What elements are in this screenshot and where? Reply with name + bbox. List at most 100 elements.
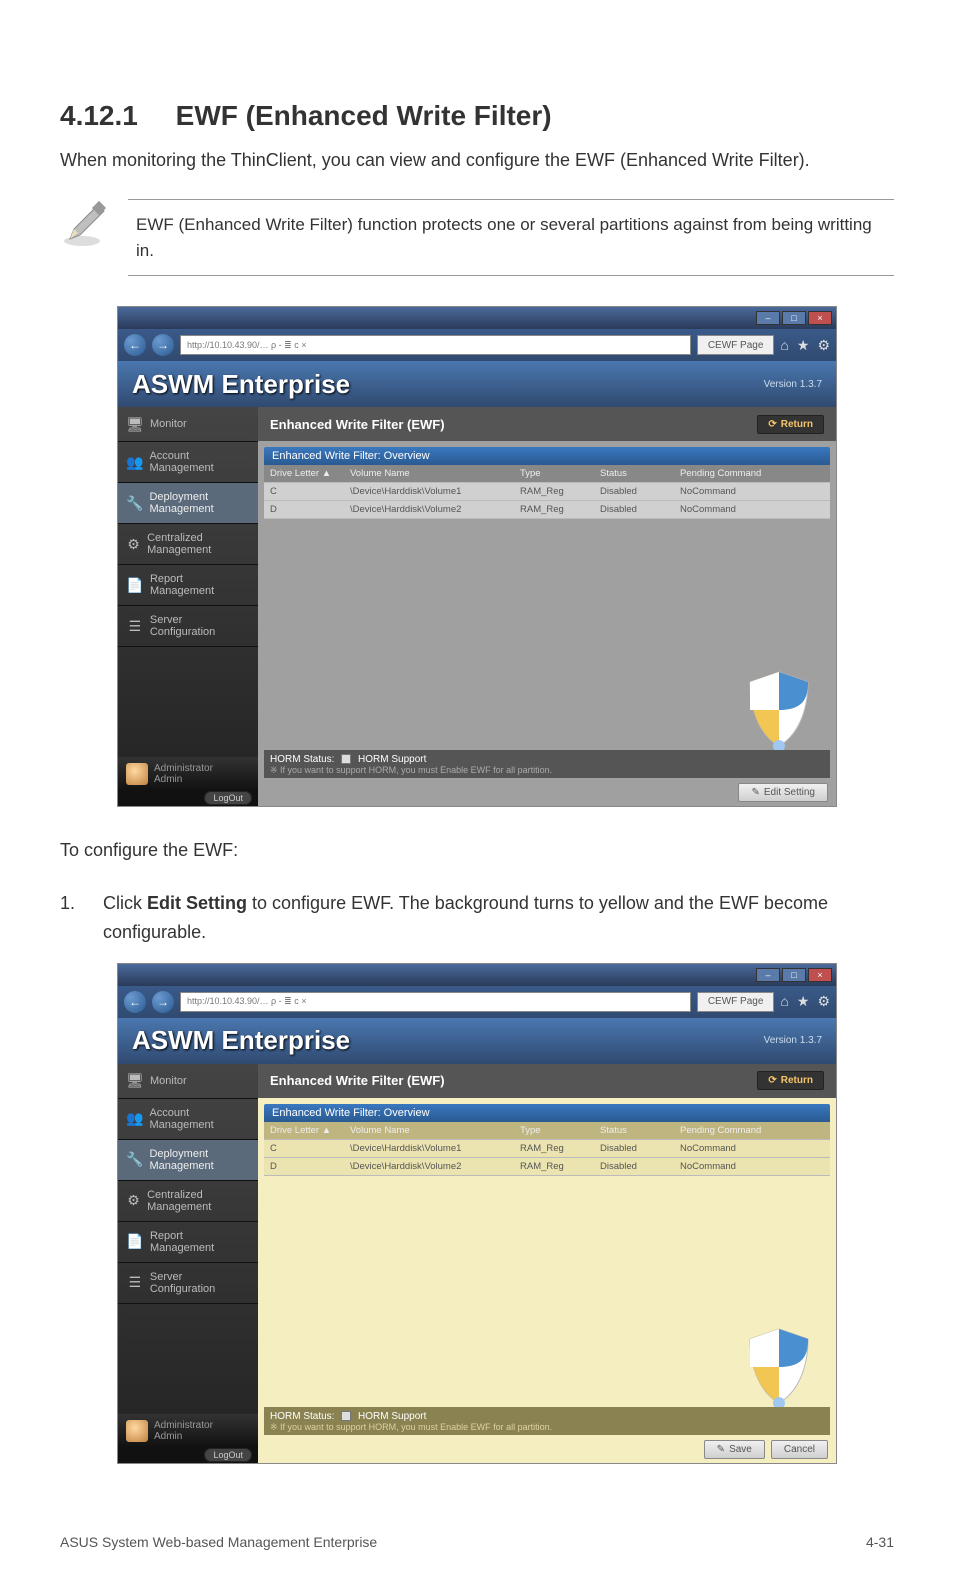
sidebar-item-server[interactable]: ☰ Server Configuration [118, 606, 258, 647]
minimize-button[interactable]: – [756, 311, 780, 325]
cell-status: Disabled [594, 501, 674, 518]
user-info: Administrator Admin [154, 763, 213, 785]
server-icon: ☰ [126, 617, 144, 635]
horm-checkbox[interactable] [341, 754, 351, 764]
gear-icon[interactable]: ⚙ [817, 993, 830, 1010]
forward-icon[interactable]: → [152, 334, 174, 356]
section-title-text: EWF (Enhanced Write Filter) [176, 100, 552, 131]
close-button[interactable]: × [808, 968, 832, 982]
browser-tools: ⌂ ★ ⚙ [780, 337, 830, 354]
col-pending[interactable]: Pending Command [674, 1122, 830, 1139]
table-row[interactable]: D \Device\Harddisk\Volume2 RAM_Reg Disab… [264, 501, 830, 519]
cell-type: RAM_Reg [514, 483, 594, 500]
sidebar-user: Administrator Admin [118, 757, 258, 791]
gear-icon: ⚙ [126, 535, 141, 553]
col-volume[interactable]: Volume Name [344, 465, 514, 482]
save-button[interactable]: ✎Save [704, 1440, 765, 1459]
table-row[interactable]: C \Device\Harddisk\Volume1 RAM_Reg Disab… [264, 1140, 830, 1158]
window-titlebar: – □ × [118, 307, 836, 329]
return-button[interactable]: ⟳Return [757, 415, 824, 434]
overview-panel-title: Enhanced Write Filter: Overview [264, 1104, 830, 1122]
horm-checkbox[interactable] [341, 1411, 351, 1421]
table-row[interactable]: D \Device\Harddisk\Volume2 RAM_Reg Disab… [264, 1158, 830, 1176]
cell-drive: D [264, 501, 344, 518]
sidebar-item-report[interactable]: 📄Report Management [118, 565, 258, 606]
horm-hint: ※ If you want to support HORM, you must … [270, 1422, 824, 1433]
sidebar-item-label: Server Configuration [150, 1271, 250, 1295]
step-1: 1. Click Edit Setting to configure EWF. … [60, 889, 894, 947]
gear-icon[interactable]: ⚙ [817, 337, 830, 354]
sidebar-item-centralized[interactable]: ⚙ Centralized Management [118, 524, 258, 565]
sidebar-item-label: Deployment Management [149, 1148, 250, 1172]
browser-tab[interactable]: CEWF Page [697, 992, 775, 1012]
cell-pending: NoCommand [674, 483, 830, 500]
ewf-table: Drive Letter ▲ Volume Name Type Status P… [264, 1122, 830, 1176]
sidebar-item-label: Monitor [150, 418, 187, 430]
address-bar[interactable]: http://10.10.43.90/… ρ - ≣ c × [180, 992, 691, 1012]
sidebar-item-label: Account Management [149, 450, 250, 474]
sidebar-item-monitor[interactable]: 🖥 Monitor [118, 407, 258, 442]
col-status[interactable]: Status [594, 465, 674, 482]
home-icon[interactable]: ⌂ [780, 993, 788, 1010]
home-icon[interactable]: ⌂ [780, 337, 788, 354]
deploy-icon: 🔧 [126, 494, 143, 512]
sidebar-item-centralized[interactable]: ⚙Centralized Management [118, 1181, 258, 1222]
browser-tab[interactable]: CEWF Page [697, 335, 775, 355]
col-volume[interactable]: Volume Name [344, 1122, 514, 1139]
col-status[interactable]: Status [594, 1122, 674, 1139]
col-drive[interactable]: Drive Letter ▲ [264, 1122, 344, 1139]
minimize-button[interactable]: – [756, 968, 780, 982]
sidebar-item-label: Account Management [149, 1107, 250, 1131]
browser-toolbar: ← → http://10.10.43.90/… ρ - ≣ c × CEWF … [118, 329, 836, 361]
table-header-row: Drive Letter ▲ Volume Name Type Status P… [264, 1122, 830, 1140]
col-pending[interactable]: Pending Command [674, 465, 830, 482]
maximize-button[interactable]: □ [782, 311, 806, 325]
cell-pending: NoCommand [674, 501, 830, 518]
deploy-icon: 🔧 [126, 1151, 143, 1169]
cancel-button[interactable]: Cancel [771, 1440, 828, 1459]
app-header: ASWM Enterprise Version 1.3.7 [118, 361, 836, 407]
sidebar-item-deployment[interactable]: 🔧 Deployment Management [118, 1140, 258, 1181]
sidebar-item-account[interactable]: 👥Account Management [118, 1099, 258, 1140]
table-row[interactable]: C \Device\Harddisk\Volume1 RAM_Reg Disab… [264, 483, 830, 501]
favorite-icon[interactable]: ★ [797, 337, 810, 354]
sidebar-item-label: Server Configuration [150, 614, 250, 638]
app-version: Version 1.3.7 [764, 1035, 822, 1046]
col-type[interactable]: Type [514, 1122, 594, 1139]
sidebar-item-account[interactable]: 👥Account Management [118, 442, 258, 483]
user-role: Administrator [154, 1420, 213, 1431]
cell-pending: NoCommand [674, 1158, 830, 1175]
edit-setting-button[interactable]: ✎Edit Setting [738, 783, 828, 802]
monitor-icon: 🖥 [126, 415, 144, 433]
user-role: Administrator [154, 763, 213, 774]
maximize-button[interactable]: □ [782, 968, 806, 982]
cell-volume: \Device\Harddisk\Volume1 [344, 1140, 514, 1157]
bold-edit-setting: Edit Setting [147, 893, 247, 913]
sidebar-item-label: Centralized Management [147, 532, 250, 556]
back-icon[interactable]: ← [124, 334, 146, 356]
overview-panel-title: Enhanced Write Filter: Overview [264, 447, 830, 465]
page-footer: ASUS System Web-based Management Enterpr… [60, 1524, 894, 1550]
cell-drive: C [264, 1140, 344, 1157]
forward-icon[interactable]: → [152, 991, 174, 1013]
sidebar-item-report[interactable]: 📄Report Management [118, 1222, 258, 1263]
app-brand: ASWM Enterprise [132, 369, 350, 400]
horm-value: HORM Support [358, 754, 426, 765]
return-button[interactable]: ⟳Return [757, 1071, 824, 1090]
logout-button[interactable]: LogOut [204, 1448, 252, 1462]
close-button[interactable]: × [808, 311, 832, 325]
sidebar-item-deployment[interactable]: 🔧Deployment Management [118, 483, 258, 524]
sidebar-item-monitor[interactable]: 🖥Monitor [118, 1064, 258, 1099]
logout-button[interactable]: LogOut [204, 791, 252, 805]
edit-icon: ✎ [751, 787, 759, 798]
refresh-icon: ⟳ [768, 419, 776, 430]
address-bar[interactable]: http://10.10.43.90/… ρ - ≣ c × [180, 335, 691, 355]
cell-drive: C [264, 483, 344, 500]
sidebar-item-server[interactable]: ☰Server Configuration [118, 1263, 258, 1304]
col-type[interactable]: Type [514, 465, 594, 482]
monitor-icon: 🖥 [126, 1072, 144, 1090]
gear-icon: ⚙ [126, 1192, 141, 1210]
col-drive[interactable]: Drive Letter ▲ [264, 465, 344, 482]
back-icon[interactable]: ← [124, 991, 146, 1013]
favorite-icon[interactable]: ★ [797, 993, 810, 1010]
